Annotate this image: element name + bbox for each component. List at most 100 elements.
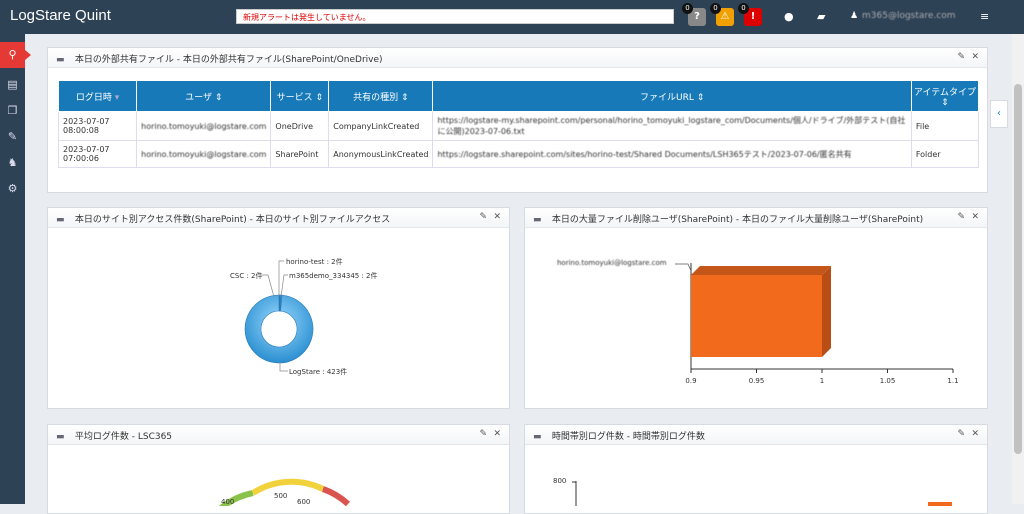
gauge-tick-label: 500 (274, 492, 288, 500)
donut-label: m365demo_334345 : 2件 (289, 272, 378, 280)
sidebar-item-settings[interactable]: ⚙ (0, 176, 25, 202)
cell-share-kind: CompanyLinkCreated (328, 111, 434, 141)
site-access-panel: ▬ 本日のサイト別アクセス件数(SharePoint) - 本日のサイト別ファイ… (47, 207, 510, 409)
list-icon: ▬ (533, 215, 542, 225)
cell-share-kind: AnonymousLinkCreated (328, 140, 434, 168)
gauge-tick-label: 400 (221, 498, 235, 506)
x-tick-label: 0.9 (685, 377, 696, 385)
cell-user: horino.tomoyuki@logstare.com (136, 140, 272, 168)
table-row[interactable]: 2023-07-07 08:00:08 horino.tomoyuki@logst… (57, 111, 980, 141)
panel-header: ▬ 時間帯別ログ件数 - 時間帯別ログ件数 ✎ ✕ (525, 425, 987, 445)
sidebar: ⚲ ▤ ❐ ✎ ♞ ⚙ (0, 34, 31, 504)
bulk-delete-panel: ▬ 本日の大量ファイル削除ユーザ(SharePoint) - 本日のファイル大量… (524, 207, 988, 409)
menu-icon[interactable]: ≡ (980, 10, 989, 23)
panel-header: ▬ 本日の大量ファイル削除ユーザ(SharePoint) - 本日のファイル大量… (525, 208, 987, 228)
hourly-log-panel: ▬ 時間帯別ログ件数 - 時間帯別ログ件数 ✎ ✕ 800 (524, 424, 988, 514)
wrench-icon[interactable]: ✎ (479, 429, 487, 439)
panel-header: ▬ 本日の外部共有ファイル - 本日の外部共有ファイル(SharePoint/O… (48, 48, 987, 68)
bar-top-face (691, 266, 831, 275)
user-name[interactable]: m365@logstare.com (862, 11, 956, 21)
cell-file-url: https://logstare.sharepoint.com/sites/ho… (432, 140, 912, 168)
gauge-band-yellow (251, 478, 325, 496)
user-icon: ♟ (850, 11, 859, 21)
leader-line (280, 274, 288, 298)
sidebar-item-search[interactable]: ⚲ (0, 42, 31, 68)
column-header-service[interactable]: サービス ⇕ (270, 80, 330, 112)
close-icon[interactable]: ✕ (493, 212, 501, 222)
shared-files-panel: ▬ 本日の外部共有ファイル - 本日の外部共有ファイル(SharePoint/O… (47, 47, 988, 193)
gauge-band-red (321, 486, 351, 506)
comment-icon[interactable]: ▰ (817, 10, 825, 23)
wrench-icon[interactable]: ✎ (957, 52, 965, 62)
wrench-icon[interactable]: ✎ (957, 429, 965, 439)
notice-icon[interactable]: ● (784, 10, 794, 23)
cell-file-url: https://logstare-my.sharepoint.com/perso… (432, 111, 912, 141)
cell-item-type: Folder (910, 140, 980, 168)
column-header-date[interactable]: ログ日時 ▾ (57, 80, 138, 112)
sidebar-item-reports[interactable]: ❐ (0, 98, 25, 124)
y-tick-label: 800 (553, 477, 567, 485)
warning-alert-badge[interactable]: 0 ⚠ (710, 3, 734, 26)
cell-user: horino.tomoyuki@logstare.com (136, 111, 272, 141)
wrench-icon[interactable]: ✎ (479, 212, 487, 222)
list-icon: ▬ (56, 55, 65, 65)
collapse-panel-button[interactable]: ‹ (990, 100, 1008, 128)
panel-title: 時間帯別ログ件数 - 時間帯別ログ件数 (551, 432, 705, 442)
info-alert-badge[interactable]: 0 ? (682, 3, 706, 26)
donut-label: LogStare : 423件 (289, 368, 348, 376)
panel-title: 本日のサイト別アクセス件数(SharePoint) - 本日のサイト別ファイルア… (74, 215, 391, 225)
cell-service: OneDrive (270, 111, 330, 141)
scrollbar-thumb[interactable] (1014, 84, 1022, 454)
badge-count: 0 (710, 3, 721, 14)
alert-message: 新規アラートは発生していません。 (236, 9, 674, 24)
critical-alert-badge[interactable]: 0 ! (738, 3, 762, 26)
donut-label: horino-test : 2件 (286, 258, 343, 266)
shared-files-table: ログ日時 ▾ ユーザ ⇕ サービス ⇕ 共有の種別 ⇕ ファイルURL ⇕ アイ… (57, 80, 980, 168)
list-icon: ▬ (56, 432, 65, 442)
column-header-share-kind[interactable]: 共有の種別 ⇕ (328, 80, 434, 112)
page-scrollbar[interactable] (1012, 34, 1024, 504)
bulk-delete-bar-chart: 0.9 0.95 1 1.05 1.1 (675, 263, 959, 385)
donut-label: CSC : 2件 (230, 272, 263, 280)
cell-item-type: File (910, 111, 980, 141)
sidebar-item-users[interactable]: ♞ (0, 150, 25, 176)
column-header-item-type[interactable]: アイテムタイプ ⇕ (910, 80, 980, 112)
cell-date: 2023-07-07 08:00:08 (57, 111, 138, 141)
bar-side-face (822, 266, 831, 357)
close-icon[interactable]: ✕ (493, 429, 501, 439)
app-logo[interactable]: LogStare Quint (10, 7, 111, 24)
panel-title: 本日の大量ファイル削除ユーザ(SharePoint) - 本日のファイル大量削除… (551, 215, 924, 225)
cell-date: 2023-07-07 07:00:06 (57, 140, 138, 168)
panel-title: 平均ログ件数 - LSC365 (74, 432, 173, 442)
x-tick-label: 1.05 (880, 377, 896, 385)
bar-category-label: horino.tomoyuki@logstare.com (557, 259, 667, 267)
column-header-user[interactable]: ユーザ ⇕ (136, 80, 272, 112)
panel-header: ▬ 平均ログ件数 - LSC365 ✎ ✕ (48, 425, 509, 445)
hourly-bar[interactable] (928, 502, 952, 506)
x-tick-label: 1 (820, 377, 824, 385)
list-icon: ▬ (533, 432, 542, 442)
badge-count: 0 (738, 3, 749, 14)
list-icon: ▬ (56, 215, 65, 225)
sidebar-item-dashboard[interactable]: ▤ (0, 72, 25, 98)
close-icon[interactable]: ✕ (971, 52, 979, 62)
close-icon[interactable]: ✕ (971, 212, 979, 222)
wrench-icon[interactable]: ✎ (957, 212, 965, 222)
cell-service: SharePoint (270, 140, 330, 168)
hourly-bar-chart (572, 481, 952, 506)
top-bar: LogStare Quint 新規アラートは発生していません。 0 ? 0 ⚠ … (0, 0, 1024, 34)
panel-title: 本日の外部共有ファイル - 本日の外部共有ファイル(SharePoint/One… (74, 55, 383, 65)
site-donut-chart (244, 260, 314, 372)
x-tick-label: 1.1 (947, 377, 958, 385)
donut-slice-logstare[interactable] (244, 294, 314, 364)
table-row[interactable]: 2023-07-07 07:00:06 horino.tomoyuki@logst… (57, 140, 980, 168)
panel-header: ▬ 本日のサイト別アクセス件数(SharePoint) - 本日のサイト別ファイ… (48, 208, 509, 228)
sidebar-item-tools[interactable]: ✎ (0, 124, 25, 150)
column-header-file-url[interactable]: ファイルURL ⇕ (432, 80, 912, 112)
leader-line (279, 362, 288, 372)
average-log-panel: ▬ 平均ログ件数 - LSC365 ✎ ✕ 400 500 600 (47, 424, 510, 514)
delete-user-bar[interactable] (691, 275, 822, 357)
leader-line (675, 263, 692, 272)
close-icon[interactable]: ✕ (971, 429, 979, 439)
badge-count: 0 (682, 3, 693, 14)
